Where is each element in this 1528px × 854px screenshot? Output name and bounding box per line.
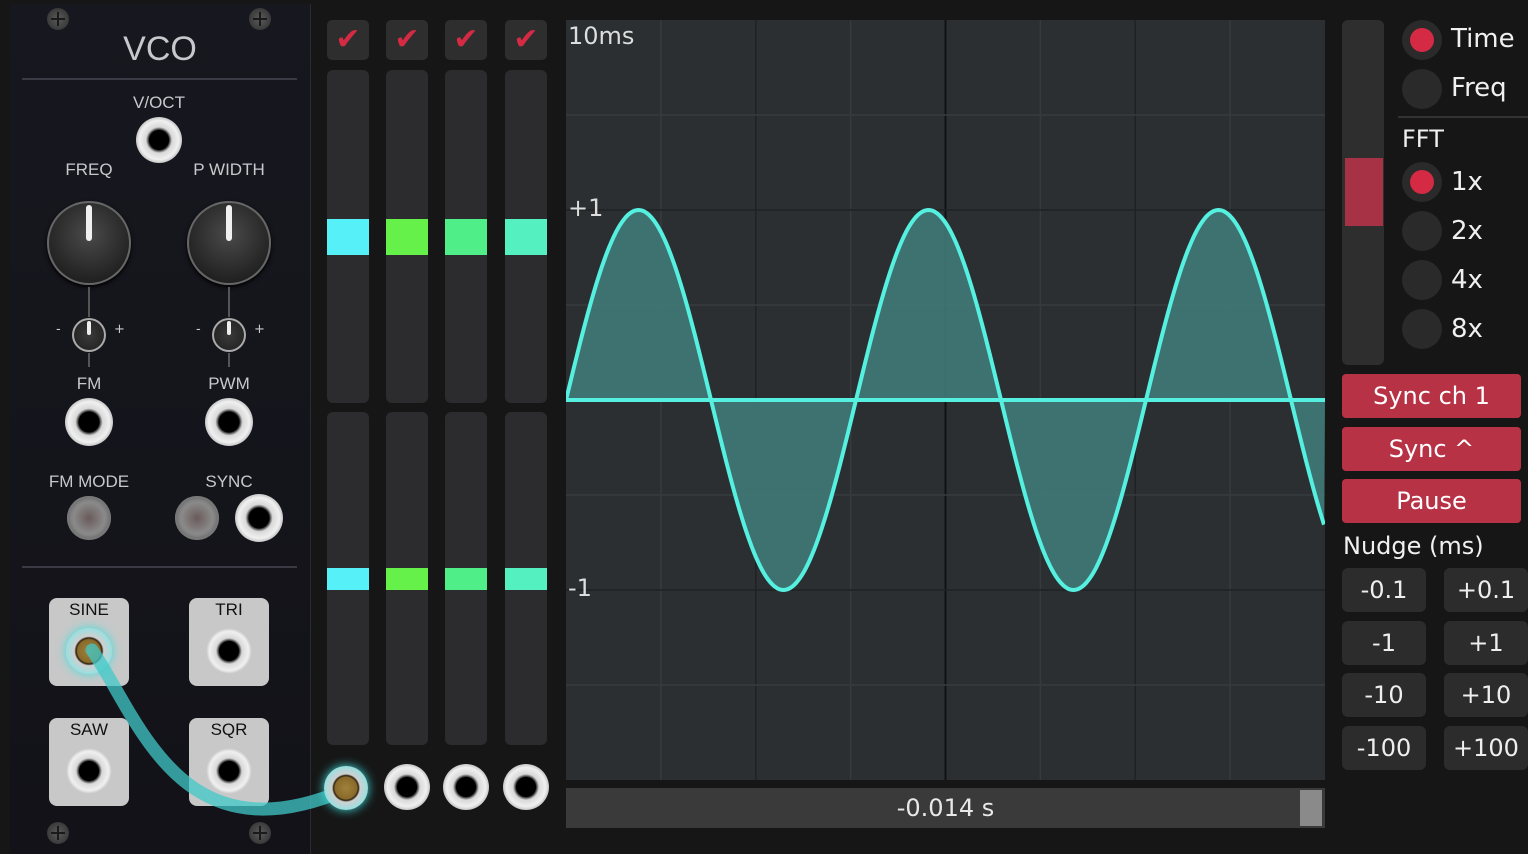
screw-icon — [249, 822, 271, 844]
channel-4-level-marker — [505, 567, 547, 590]
sync-edge-button[interactable]: Sync ^ — [1342, 427, 1521, 471]
screw-icon — [47, 822, 69, 844]
sync-label: SYNC — [205, 472, 253, 491]
radio-fft-8x-label: 8x — [1451, 314, 1483, 344]
tri-output-jack[interactable] — [206, 628, 252, 674]
radio-fft-4x-label: 4x — [1451, 265, 1483, 295]
fm-amount-knob[interactable] — [72, 318, 106, 352]
time-cursor-handle[interactable] — [1300, 790, 1322, 826]
knob-link-line — [88, 353, 90, 367]
pwm-input-jack[interactable] — [205, 398, 253, 446]
sync-channel-button[interactable]: Sync ch 1 — [1342, 374, 1521, 418]
radio-time-label: Time — [1451, 24, 1515, 54]
freq-knob[interactable] — [47, 201, 131, 285]
minus-one-label: -1 — [568, 574, 592, 602]
pwm-label: PWM — [208, 374, 250, 393]
vertical-slider-fill — [1345, 158, 1383, 226]
fm-mode-label: FM MODE — [48, 472, 130, 491]
channel-3-level-marker — [445, 218, 487, 255]
radio-freq[interactable] — [1402, 69, 1442, 109]
channel-3-input-jack[interactable] — [443, 764, 489, 810]
radio-fft-8x[interactable] — [1402, 309, 1442, 349]
sine-label: SINE — [69, 600, 109, 619]
nudge-label: Nudge (ms) — [1343, 532, 1484, 560]
fm-mode-button[interactable] — [67, 496, 111, 540]
channel-2-level-marker — [386, 218, 428, 255]
channel-2-level-marker — [386, 567, 428, 590]
divider — [22, 78, 297, 80]
channel-4-enable-checkbox[interactable]: ✔ — [505, 20, 547, 60]
channel-1-level-marker — [327, 567, 369, 590]
radio-fft-4x[interactable] — [1402, 260, 1442, 300]
knob-link-line — [228, 353, 230, 367]
channel-4-level-marker — [505, 218, 547, 255]
pwm-amount-knob[interactable] — [212, 318, 246, 352]
module-title: VCO — [123, 30, 197, 68]
screw-icon — [249, 8, 271, 30]
sync-input-jack[interactable] — [235, 494, 283, 542]
voct-input-jack[interactable] — [136, 117, 182, 163]
channel-1-input-jack[interactable] — [324, 766, 368, 810]
channel-2-input-jack[interactable] — [384, 764, 430, 810]
timebase-label: 10ms — [568, 22, 635, 50]
nudge-plus-1-button[interactable]: +1 — [1444, 621, 1528, 665]
nudge-minus-0-1-button[interactable]: -0.1 — [1342, 568, 1426, 612]
channel-3-enable-checkbox[interactable]: ✔ — [445, 20, 487, 60]
channel-2-enable-checkbox[interactable]: ✔ — [386, 20, 428, 60]
scope-plot — [566, 20, 1325, 780]
fm-label: FM — [76, 374, 102, 393]
minus-label: - — [56, 322, 61, 337]
channel-3-level-marker — [445, 567, 487, 590]
voct-label: V/OCT — [133, 93, 185, 112]
sine-output-jack[interactable] — [66, 628, 112, 674]
knob-link-line — [228, 287, 230, 317]
radio-fft-1x[interactable] — [1402, 162, 1442, 202]
radio-fft-2x-label: 2x — [1451, 216, 1483, 246]
time-cursor-value: -0.014 s — [896, 794, 995, 822]
radio-freq-label: Freq — [1451, 73, 1507, 103]
saw-output-jack[interactable] — [66, 748, 112, 794]
saw-label: SAW — [69, 720, 109, 739]
screw-icon — [47, 8, 69, 30]
channel-1-level-marker — [327, 218, 369, 255]
knob-link-line — [88, 287, 90, 317]
pause-button[interactable]: Pause — [1342, 479, 1521, 523]
plus-one-label: +1 — [568, 194, 604, 222]
tri-label: TRI — [215, 600, 243, 619]
divider — [1398, 116, 1528, 118]
minus-label: - — [196, 322, 201, 337]
radio-fft-2x[interactable] — [1402, 211, 1442, 251]
nudge-plus-10-button[interactable]: +10 — [1444, 673, 1528, 717]
nudge-plus-0-1-button[interactable]: +0.1 — [1444, 568, 1528, 612]
pwidth-label: P WIDTH — [193, 160, 265, 179]
sqr-output-jack[interactable] — [206, 748, 252, 794]
scope-display[interactable]: 10ms +1 -1 — [566, 20, 1325, 780]
pwidth-knob[interactable] — [187, 201, 271, 285]
nudge-plus-100-button[interactable]: +100 — [1444, 726, 1528, 770]
fm-input-jack[interactable] — [65, 398, 113, 446]
sqr-label: SQR — [210, 720, 248, 739]
channel-4-input-jack[interactable] — [503, 764, 549, 810]
vco-module: VCO V/OCT FREQ P WIDTH - + - + FM PWM FM… — [10, 4, 311, 854]
nudge-minus-1-button[interactable]: -1 — [1342, 621, 1426, 665]
plus-label: + — [114, 322, 125, 337]
divider — [22, 566, 297, 568]
radio-time[interactable] — [1402, 20, 1442, 60]
nudge-minus-10-button[interactable]: -10 — [1342, 673, 1426, 717]
channel-1-enable-checkbox[interactable]: ✔ — [327, 20, 369, 60]
freq-label: FREQ — [65, 160, 113, 179]
radio-fft-1x-label: 1x — [1451, 167, 1483, 197]
plus-label: + — [254, 322, 265, 337]
fft-label: FFT — [1402, 125, 1444, 153]
nudge-minus-100-button[interactable]: -100 — [1342, 726, 1426, 770]
sync-mode-button[interactable] — [175, 496, 219, 540]
